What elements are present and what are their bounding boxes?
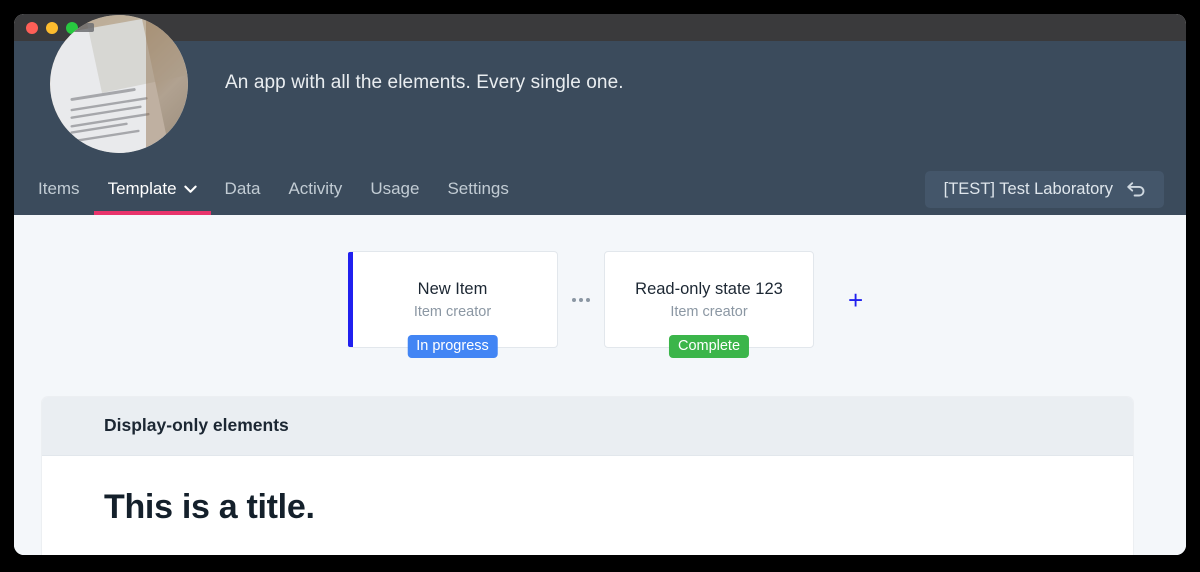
add-card-button[interactable]: + [848,287,863,313]
status-badge: In progress [407,335,498,358]
nav-item-label: Template [107,179,177,198]
ellipsis-icon[interactable] [566,297,596,302]
card-subtitle: Item creator [413,303,492,320]
item-card-read-only-state[interactable]: Read-only state 123 Item creator Complet… [604,251,814,358]
panel-body: This is a title. [42,456,1133,555]
screen: An app with all the elements. Every sing… [0,0,1200,572]
test-laboratory-button[interactable]: [TEST] Test Laboratory [924,170,1164,208]
status-badge: Complete [668,335,750,358]
card-title: New Item [417,279,488,298]
nav-item-settings[interactable]: Settings [433,163,522,215]
app-title [225,35,1156,53]
panel-header: Display-only elements [42,397,1133,456]
nav-item-data[interactable]: Data [211,163,275,215]
nav-item-label: Settings [447,179,509,198]
ellipsis-dot [579,297,583,302]
nav-item-label: Data [224,179,261,198]
panel-header-title: Display-only elements [104,415,289,435]
nav-item-label: Usage [370,179,420,198]
close-window-button[interactable] [26,21,38,34]
page-title: This is a title. [104,488,315,526]
card-accent-bar [348,252,353,347]
main-content: New Item Item creator In progress Read-o… [14,215,1186,555]
app-window: An app with all the elements. Every sing… [14,14,1186,555]
app-subtitle: An app with all the elements. Every sing… [225,72,624,93]
nav-items: Items Template Data Activity Usage Setti… [38,163,523,215]
ellipsis-dot [586,297,590,302]
app-header: An app with all the elements. Every sing… [14,15,1186,215]
avatar [50,15,188,153]
item-cards-row: New Item Item creator In progress Read-o… [348,251,863,358]
test-laboratory-label: [TEST] Test Laboratory [943,179,1113,198]
ellipsis-dot [572,297,576,302]
undo-arrow-icon [1126,180,1147,198]
minimize-window-button[interactable] [46,21,58,34]
document-photo-avatar-icon [50,15,188,153]
chevron-down-icon [183,185,197,194]
card-title: Read-only state 123 [635,279,783,298]
nav-item-usage[interactable]: Usage [356,163,433,215]
nav-item-label: Activity [288,179,343,198]
primary-navigation: Items Template Data Activity Usage Setti… [14,163,1186,215]
nav-item-items[interactable]: Items [38,163,94,215]
display-only-elements-panel: Display-only elements This is a title. [42,397,1133,555]
header-text-block: An app with all the elements. Every sing… [225,41,1156,95]
nav-item-activity[interactable]: Activity [274,163,356,215]
nav-item-label: Items [38,179,80,198]
card-subtitle: Item creator [670,303,748,320]
item-card-new-item[interactable]: New Item Item creator In progress [348,251,558,358]
nav-item-template[interactable]: Template [93,163,211,215]
